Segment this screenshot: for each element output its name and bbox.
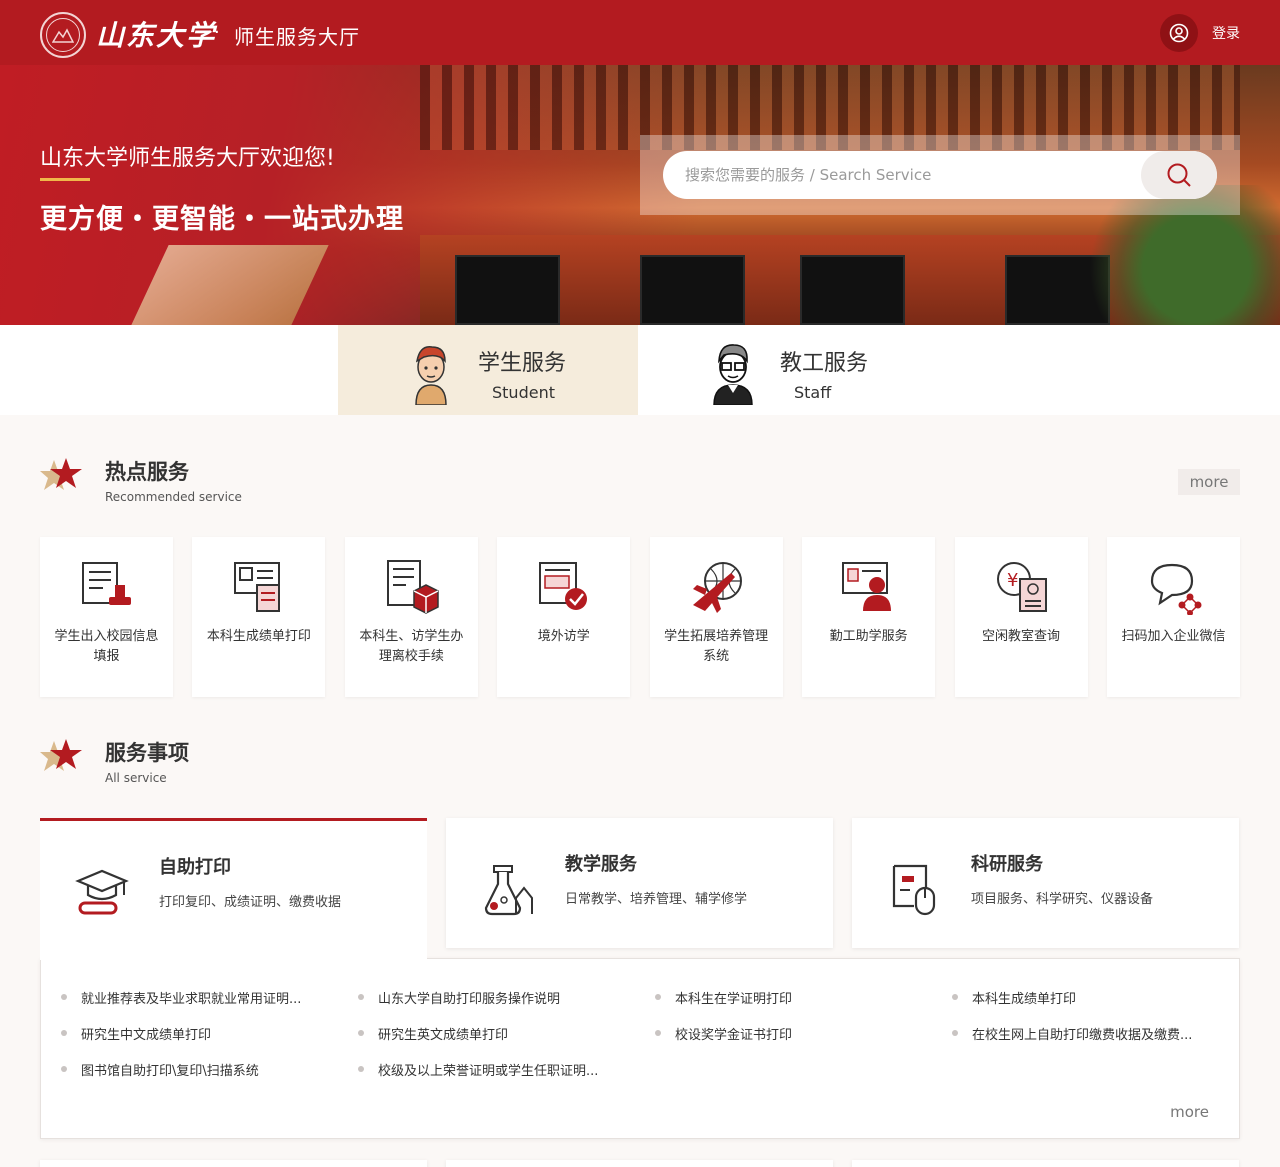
- hot-service-label: 本科生、访学生办理离校手续: [359, 629, 464, 664]
- research-device-icon: [892, 864, 936, 916]
- svg-text:¥: ¥: [1007, 570, 1018, 591]
- category-title: 自助打印: [159, 857, 231, 878]
- category-research[interactable]: 科研服务 项目服务、科学研究、仪器设备: [852, 818, 1239, 948]
- hot-service-label: 学生拓展培养管理系统: [664, 629, 769, 664]
- category-desc: 打印复印、成绩证明、缴费收据: [159, 895, 342, 910]
- all-services-subtitle: All service: [105, 771, 167, 785]
- flask-icon: [484, 865, 533, 916]
- service-link[interactable]: 校级及以上荣誉证明或学生任职证明...: [358, 1060, 598, 1079]
- title-separator: ·: [214, 22, 220, 43]
- slogan-text: 更方便・更智能・一站式办理: [40, 204, 404, 235]
- hot-services-header: 热点服务 Recommended service: [40, 456, 340, 506]
- star-icon: [40, 458, 82, 490]
- hot-services-title: 热点服务: [105, 460, 189, 484]
- staff-avatar-icon: [713, 344, 753, 405]
- tab-staff-title: 教工服务: [780, 351, 869, 376]
- tab-student-subtitle: Student: [492, 383, 555, 402]
- worker-screen-icon: [842, 562, 892, 611]
- hot-service-label: 扫码加入企业微信: [1121, 629, 1226, 644]
- hot-service-card[interactable]: 勤工助学服务: [802, 537, 936, 697]
- hot-service-label: 境外访学: [537, 629, 590, 644]
- category-teaching[interactable]: 教学服务 日常教学、培养管理、辅学修学: [446, 818, 833, 948]
- service-link[interactable]: 校设奖学金证书打印: [655, 1024, 792, 1043]
- chat-network-icon: [1150, 563, 1202, 615]
- hot-service-card[interactable]: 本科生成绩单打印: [192, 537, 326, 697]
- category-desc: 项目服务、科学研究、仪器设备: [971, 892, 1154, 907]
- university-logo-name[interactable]: 山东大学: [96, 14, 216, 54]
- category-card-partial[interactable]: [40, 1160, 427, 1167]
- tab-student-title: 学生服务: [478, 351, 567, 376]
- service-link[interactable]: 研究生英文成绩单打印: [358, 1024, 508, 1043]
- all-services-header: 服务事项 All service: [40, 737, 340, 787]
- role-tabs: 学生服务 Student 教工服务 Staff: [0, 325, 1280, 415]
- service-link[interactable]: 山东大学自助打印服务操作说明: [358, 988, 560, 1007]
- transcript-print-icon: [234, 562, 281, 612]
- category-card-partial[interactable]: [446, 1160, 833, 1167]
- hot-service-card[interactable]: 扫码加入企业微信: [1106, 537, 1240, 697]
- student-avatar-icon: [415, 346, 447, 405]
- classroom-query-icon: ¥: [996, 562, 1047, 612]
- hot-more-button[interactable]: more: [1178, 469, 1240, 495]
- category-card-partial[interactable]: [852, 1160, 1239, 1167]
- airplane-globe-icon: [692, 562, 742, 613]
- hot-service-card[interactable]: 学生出入校园信息填报: [40, 537, 173, 697]
- search-input[interactable]: [663, 151, 1143, 199]
- service-link[interactable]: 就业推荐表及毕业求职就业常用证明...: [61, 988, 301, 1007]
- user-icon: [1160, 14, 1198, 52]
- hot-service-card[interactable]: 境外访学: [497, 537, 631, 697]
- star-icon: [40, 739, 82, 771]
- top-bar: 山东大学 · 师生服务大厅 登录: [0, 0, 1280, 65]
- hot-service-card[interactable]: 本科生、访学生办理离校手续: [344, 537, 478, 697]
- service-link[interactable]: 本科生在学证明打印: [655, 988, 792, 1007]
- graduation-cap-icon: [75, 869, 129, 915]
- service-link[interactable]: 本科生成绩单打印: [952, 988, 1076, 1007]
- service-link[interactable]: 图书馆自助打印\复印\扫描系统: [61, 1060, 259, 1079]
- hot-service-label: 本科生成绩单打印: [206, 629, 311, 644]
- all-services-title: 服务事项: [105, 741, 189, 765]
- welcome-underline: [40, 178, 90, 181]
- service-link[interactable]: 在校生网上自助打印缴费收据及缴费...: [952, 1024, 1192, 1043]
- tab-staff-subtitle: Staff: [794, 383, 832, 402]
- category-self-print[interactable]: 自助打印 打印复印、成绩证明、缴费收据: [40, 818, 427, 960]
- search-box: [663, 151, 1217, 199]
- portal-title: 师生服务大厅: [234, 25, 360, 49]
- search-button[interactable]: [1141, 151, 1217, 199]
- hot-services-list: 学生出入校园信息填报 本科生成绩单打印 本科生、访学生办理离校手续 境外访学 学…: [40, 537, 1240, 697]
- service-link[interactable]: 研究生中文成绩单打印: [61, 1024, 211, 1043]
- hot-service-card[interactable]: ¥ 空闲教室查询: [954, 537, 1088, 697]
- hot-services-subtitle: Recommended service: [105, 490, 242, 504]
- search-icon: [1167, 163, 1191, 187]
- hot-service-label: 勤工助学服务: [829, 629, 908, 644]
- hot-service-card[interactable]: 学生拓展培养管理系统: [649, 537, 783, 697]
- category-title: 科研服务: [971, 854, 1043, 875]
- form-stamp-icon: [82, 562, 131, 605]
- login-button[interactable]: 登录: [1160, 14, 1240, 52]
- tab-staff[interactable]: 教工服务 Staff: [640, 325, 940, 415]
- category-title: 教学服务: [565, 854, 637, 875]
- university-seal-icon[interactable]: [40, 12, 86, 58]
- service-links-panel: 就业推荐表及毕业求职就业常用证明... 山东大学自助打印服务操作说明 本科生在学…: [40, 958, 1240, 1139]
- welcome-text: 山东大学师生服务大厅欢迎您!: [40, 146, 335, 171]
- approved-document-icon: [539, 562, 588, 610]
- document-box-icon: [386, 560, 439, 614]
- category-desc: 日常教学、培养管理、辅学修学: [565, 892, 748, 907]
- tab-student[interactable]: 学生服务 Student: [338, 325, 638, 415]
- panel-more-button[interactable]: more: [1170, 1103, 1209, 1121]
- hot-service-label: 学生出入校园信息填报: [54, 629, 159, 664]
- login-label: 登录: [1212, 26, 1240, 42]
- hot-service-label: 空闲教室查询: [982, 629, 1061, 644]
